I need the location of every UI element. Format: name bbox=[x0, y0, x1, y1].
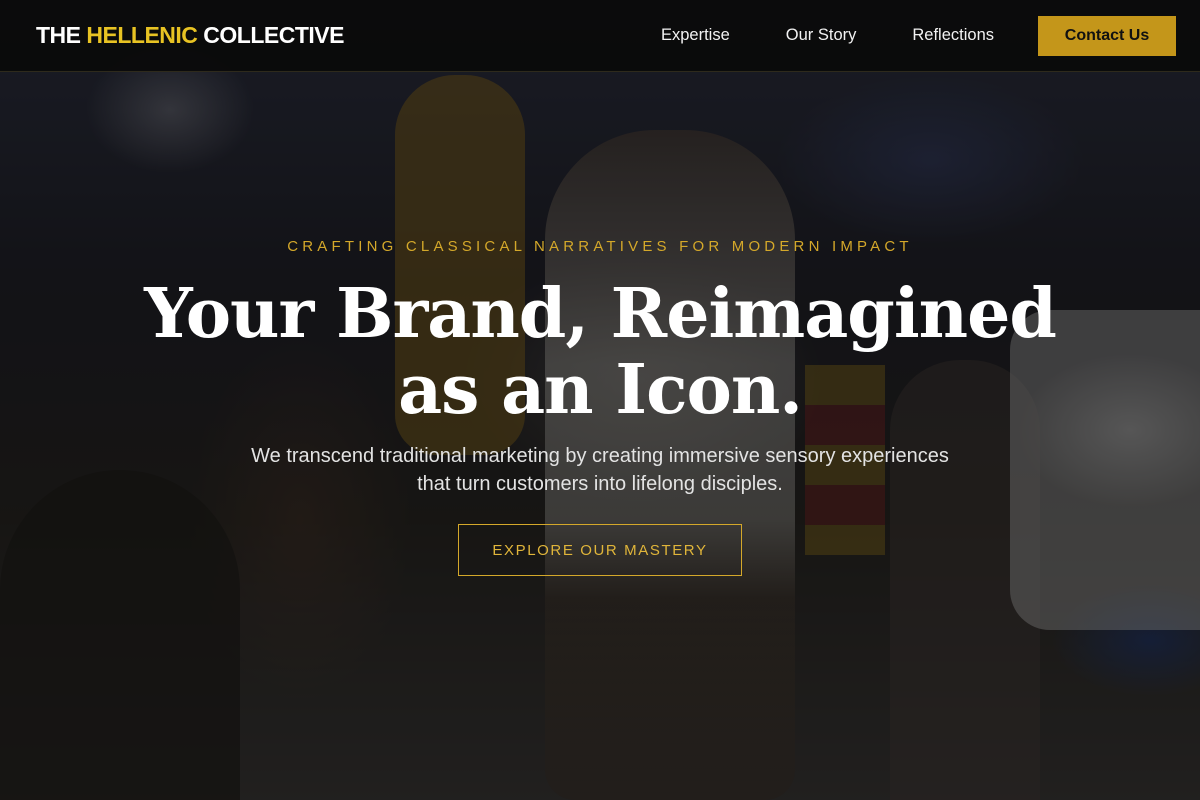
logo-text-part1: THE bbox=[36, 22, 87, 48]
logo-text-part2: COLLECTIVE bbox=[197, 22, 344, 48]
hero-eyebrow: CRAFTING CLASSICAL NARRATIVES FOR MODERN… bbox=[287, 238, 913, 255]
explore-mastery-button[interactable]: EXPLORE OUR MASTERY bbox=[458, 524, 742, 576]
nav-link-our-story[interactable]: Our Story bbox=[786, 26, 857, 45]
site-logo[interactable]: THE HELLENIC COLLECTIVE bbox=[36, 22, 344, 49]
hero-headline-line1: Your Brand, Reimagined bbox=[144, 274, 1057, 354]
hero-headline-line2: as an Icon. bbox=[398, 350, 803, 430]
logo-text-accent: HELLENIC bbox=[86, 22, 198, 48]
main-nav: Expertise Our Story Reflections Contact … bbox=[661, 15, 1176, 56]
nav-link-expertise[interactable]: Expertise bbox=[661, 26, 730, 45]
hero-headline: Your Brand, Reimagined as an Icon. bbox=[0, 276, 1200, 428]
site-header: THE HELLENIC COLLECTIVE Expertise Our St… bbox=[0, 0, 1200, 72]
contact-us-button[interactable]: Contact Us bbox=[1038, 15, 1176, 56]
hero-subtitle: We transcend traditional marketing by cr… bbox=[251, 445, 949, 495]
nav-link-reflections[interactable]: Reflections bbox=[912, 26, 994, 45]
